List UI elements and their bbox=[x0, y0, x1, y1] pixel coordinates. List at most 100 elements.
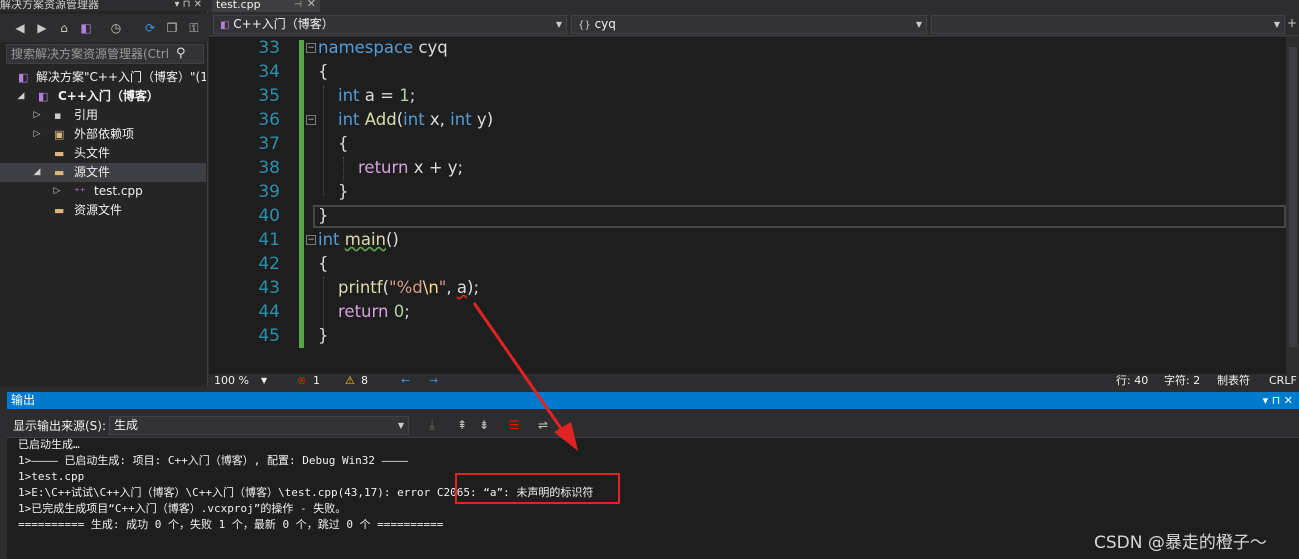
zoom-level[interactable]: 100 % bbox=[214, 374, 249, 387]
scope-combo[interactable]: {} cyq ▼ bbox=[571, 15, 927, 34]
line-number: 40 bbox=[258, 206, 280, 226]
expand-arrow-icon[interactable]: ▷ bbox=[52, 182, 62, 201]
number: 0 bbox=[393, 302, 405, 321]
tree-item[interactable]: ◢ ▬ 源文件 bbox=[0, 163, 206, 182]
warning-icon[interactable]: ⚠ bbox=[345, 374, 355, 387]
member-combo[interactable]: ▼ bbox=[931, 15, 1285, 34]
chevron-down-icon: ▼ bbox=[555, 20, 562, 29]
split-icon[interactable]: + bbox=[1287, 16, 1297, 30]
switch-view-icon[interactable]: ◧ bbox=[78, 20, 94, 36]
output-panel-title: 输出 ▾ ⊓ ✕ bbox=[7, 392, 1299, 409]
chevron-down-icon: ▼ bbox=[397, 421, 404, 430]
panel-title-buttons[interactable]: ▾ ⊓ ✕ bbox=[174, 0, 202, 10]
history-icon[interactable]: ◷ bbox=[108, 20, 124, 36]
tree-item[interactable]: ◢ ◧ C++入门（博客） bbox=[0, 87, 206, 106]
project-icon: ◧ bbox=[220, 20, 230, 31]
string: "%d bbox=[389, 278, 423, 297]
identifier: a = bbox=[359, 86, 400, 105]
char-indicator: 字符: 2 bbox=[1164, 374, 1201, 387]
keyword: namespace bbox=[318, 38, 414, 57]
output-source-value: 生成 bbox=[114, 418, 139, 432]
param: x, bbox=[424, 110, 451, 129]
close-icon[interactable]: ✕ bbox=[307, 0, 316, 9]
punct: , bbox=[446, 278, 457, 297]
line-number: 41 bbox=[258, 230, 280, 250]
solution-icon: ◧ bbox=[18, 71, 29, 84]
code-line-44: return 0; bbox=[338, 300, 410, 324]
code-line-39: } bbox=[338, 180, 349, 204]
tree-item[interactable]: ▷ ⁺⁺ test.cpp bbox=[0, 182, 206, 201]
error-icon[interactable]: ⊗ bbox=[297, 374, 306, 387]
collapse-all-icon[interactable]: ❐ bbox=[164, 20, 180, 36]
punct: () bbox=[386, 230, 399, 249]
code-line-35: int a = 1; bbox=[338, 84, 415, 108]
brace: { bbox=[318, 254, 329, 273]
tree-item[interactable]: ◧ 解决方案"C++入门（博客）"(1 bbox=[0, 68, 206, 87]
error-count[interactable]: 1 bbox=[313, 374, 320, 387]
pin-icon[interactable]: ⊣ bbox=[294, 0, 302, 10]
scrollbar-thumb[interactable] bbox=[1289, 47, 1297, 347]
tree-item[interactable]: ▷ ▣ 外部依赖项 bbox=[0, 125, 206, 144]
fold-toggle[interactable]: − bbox=[306, 43, 316, 53]
vertical-scrollbar[interactable] bbox=[1286, 37, 1299, 374]
back-icon[interactable]: ◀ bbox=[12, 20, 28, 36]
line-number: 38 bbox=[258, 158, 280, 178]
prev-message-icon[interactable]: ⇞ bbox=[454, 417, 470, 433]
indent-guide bbox=[323, 86, 324, 196]
word-wrap-icon[interactable]: ⇌ bbox=[535, 417, 551, 433]
cpp-file-icon: ⁺⁺ bbox=[74, 185, 86, 198]
code-line-40: } bbox=[318, 204, 329, 228]
line-number: 34 bbox=[258, 62, 280, 82]
param: y) bbox=[471, 110, 494, 129]
folder-open-icon: ▬ bbox=[54, 166, 65, 179]
refresh-icon[interactable]: ⟳ bbox=[142, 20, 158, 36]
warning-count[interactable]: 8 bbox=[361, 374, 368, 387]
code-line-33: namespace cyq bbox=[318, 36, 448, 60]
solution-explorer-title-text: 解决方案资源管理器 bbox=[0, 0, 99, 11]
brace: { bbox=[318, 62, 329, 81]
project-icon: ◧ bbox=[38, 90, 49, 103]
eol-indicator[interactable]: CRLF bbox=[1269, 374, 1297, 387]
clear-all-icon[interactable]: ☰ bbox=[506, 417, 522, 433]
arrow-right-icon[interactable]: → bbox=[429, 374, 438, 387]
collapse-arrow-icon[interactable]: ◢ bbox=[32, 163, 42, 182]
escape-seq: \n bbox=[422, 278, 439, 297]
find-message-icon[interactable]: ⤓ bbox=[424, 417, 440, 433]
fold-toggle[interactable]: − bbox=[306, 235, 316, 245]
punct: ; bbox=[409, 86, 416, 105]
home-icon[interactable]: ⌂ bbox=[56, 20, 72, 36]
tree-item[interactable]: ▬ 资源文件 bbox=[0, 201, 206, 220]
fold-toggle[interactable]: − bbox=[306, 115, 316, 125]
identifier: cyq bbox=[413, 38, 448, 57]
keyword: int bbox=[338, 110, 360, 129]
tree-item-label: 外部依赖项 bbox=[74, 127, 135, 141]
tree-item-label: test.cpp bbox=[94, 184, 143, 198]
indent-guide bbox=[343, 157, 344, 181]
next-message-icon[interactable]: ⇟ bbox=[476, 417, 492, 433]
collapse-arrow-icon[interactable]: ◢ bbox=[16, 87, 26, 106]
code-line-34: { bbox=[318, 60, 329, 84]
code-line-38: return x + y; bbox=[358, 156, 463, 180]
output-source-select[interactable]: 生成 ▼ bbox=[109, 416, 409, 435]
scope-combo-value: cyq bbox=[594, 17, 616, 31]
line-number: 45 bbox=[258, 326, 280, 346]
output-line: 已启动生成… bbox=[18, 438, 80, 451]
tab-mode-indicator[interactable]: 制表符 bbox=[1217, 374, 1250, 387]
tab-test-cpp[interactable]: test.cpp ⊣ ✕ bbox=[212, 0, 320, 12]
solution-search-input[interactable]: 搜索解决方案资源管理器(Ctrl bbox=[6, 44, 204, 64]
code-line-41: int main() bbox=[318, 228, 399, 252]
chevron-down-icon[interactable]: ▼ bbox=[261, 374, 267, 387]
tree-item[interactable]: ▷ ▪ 引用 bbox=[0, 106, 206, 125]
forward-icon[interactable]: ▶ bbox=[34, 20, 50, 36]
panel-title-buttons[interactable]: ▾ ⊓ ✕ bbox=[1263, 392, 1293, 409]
tree-item-label: 解决方案"C++入门（博客）"(1 bbox=[36, 70, 206, 84]
properties-icon[interactable]: ⚿ bbox=[186, 20, 202, 36]
expand-arrow-icon[interactable]: ▷ bbox=[32, 125, 42, 144]
search-icon[interactable]: ⚲ bbox=[176, 46, 186, 61]
tree-item-label: 资源文件 bbox=[74, 203, 123, 217]
tree-item[interactable]: ▬ 头文件 bbox=[0, 144, 206, 163]
project-combo[interactable]: ◧ C++入门（博客） ▼ bbox=[213, 15, 567, 34]
expand-arrow-icon[interactable]: ▷ bbox=[32, 106, 42, 125]
arrow-left-icon[interactable]: ← bbox=[401, 374, 410, 387]
code-line-42: { bbox=[318, 252, 329, 276]
